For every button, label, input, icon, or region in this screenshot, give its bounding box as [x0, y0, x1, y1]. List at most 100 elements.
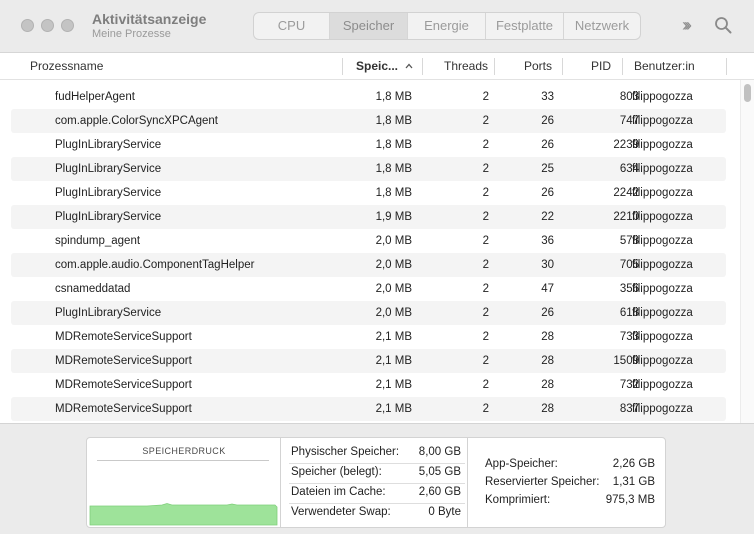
threads-cell: 2 [482, 379, 489, 391]
tab-energy[interactable]: Energie [408, 13, 486, 39]
process-name-cell: PlugInLibraryService [55, 187, 162, 199]
table-row[interactable]: MDRemoteServiceSupport 2,1 MB 2 28 837 f… [11, 397, 726, 421]
table-row[interactable]: PlugInLibraryService 1,8 MB 2 25 634 fil… [11, 157, 726, 181]
threads-cell: 2 [482, 355, 489, 367]
memory-cell: 2,0 MB [375, 307, 412, 319]
tab-network[interactable]: Netzwerk [564, 13, 640, 39]
ports-cell: 22 [541, 211, 554, 223]
memory-cell: 1,8 MB [375, 163, 412, 175]
column-header-pid[interactable]: PID [591, 53, 611, 80]
memory-breakdown: App-Speicher: 2,26 GB Reservierter Speic… [469, 438, 665, 527]
table-row[interactable]: com.apple.audio.ComponentTagHelper 2,0 M… [11, 253, 726, 277]
stat-compressed: Komprimiert: 975,3 MB [485, 494, 655, 506]
threads-cell: 2 [482, 331, 489, 343]
user-cell: filippogozza [632, 211, 693, 223]
sort-ascending-icon [405, 63, 413, 69]
scrollbar-thumb[interactable] [744, 84, 751, 102]
table-row[interactable]: PlugInLibraryService 1,9 MB 2 22 2210 fi… [11, 205, 726, 229]
ports-cell: 33 [541, 91, 554, 103]
ports-cell: 28 [541, 403, 554, 415]
memory-cell: 2,1 MB [375, 355, 412, 367]
table-row[interactable]: com.apple.ColorSyncXPCAgent 1,8 MB 2 26 … [11, 109, 726, 133]
memory-summary-area: SPEICHERDRUCK Physischer Speicher: 8,00 … [0, 423, 754, 534]
vertical-scrollbar[interactable] [740, 80, 754, 423]
memory-cell: 2,0 MB [375, 259, 412, 271]
process-name-cell: PlugInLibraryService [55, 307, 162, 319]
memory-cell: 2,1 MB [375, 331, 412, 343]
table-row[interactable]: PlugInLibraryService 1,8 MB 2 26 2239 fi… [11, 133, 726, 157]
memory-summary-panel: SPEICHERDRUCK Physischer Speicher: 8,00 … [86, 437, 666, 528]
memory-cell: 2,1 MB [375, 403, 412, 415]
memory-cell: 2,0 MB [375, 235, 412, 247]
window-subtitle: Meine Prozesse [92, 28, 171, 40]
user-cell: filippogozza [632, 259, 693, 271]
table-row[interactable]: spindump_agent 2,0 MB 2 36 578 filippogo… [11, 229, 726, 253]
memory-cell: 1,8 MB [375, 139, 412, 151]
table-row[interactable]: fudHelperAgent 1,8 MB 2 33 803 filippogo… [11, 85, 726, 109]
ports-cell: 28 [541, 355, 554, 367]
memory-cell: 1,8 MB [375, 91, 412, 103]
tab-disk[interactable]: Festplatte [486, 13, 564, 39]
threads-cell: 2 [482, 307, 489, 319]
ports-cell: 47 [541, 283, 554, 295]
column-header-threads[interactable]: Threads [444, 53, 488, 80]
user-cell: filippogozza [632, 235, 693, 247]
threads-cell: 2 [482, 91, 489, 103]
process-name-cell: com.apple.audio.ComponentTagHelper [55, 259, 255, 271]
memory-stats: Physischer Speicher: 8,00 GB Speicher (b… [282, 438, 468, 527]
close-window-button[interactable] [21, 19, 34, 32]
threads-cell: 2 [482, 283, 489, 295]
table-header: Prozessname Speic... Threads Ports PID B… [0, 53, 754, 80]
process-table: fudHelperAgent 1,8 MB 2 33 803 filippogo… [0, 85, 740, 421]
user-cell: filippogozza [632, 307, 693, 319]
user-cell: filippogozza [632, 139, 693, 151]
ports-cell: 28 [541, 379, 554, 391]
column-header-process-name[interactable]: Prozessname [30, 53, 103, 80]
column-header-user[interactable]: Benutzer:in [634, 53, 695, 80]
tab-bar: CPU Speicher Energie Festplatte Netzwerk [253, 12, 641, 40]
search-icon[interactable] [714, 16, 732, 34]
memory-cell: 1,8 MB [375, 187, 412, 199]
memory-pressure-area [89, 503, 278, 526]
threads-cell: 2 [482, 115, 489, 127]
table-row[interactable]: MDRemoteServiceSupport 2,1 MB 2 28 732 f… [11, 373, 726, 397]
chevrons-right-icon[interactable]: ››› [682, 15, 692, 35]
ports-cell: 36 [541, 235, 554, 247]
stat-wired-memory: Reservierter Speicher: 1,31 GB [485, 476, 655, 488]
ports-cell: 26 [541, 307, 554, 319]
column-header-ports[interactable]: Ports [524, 53, 552, 80]
threads-cell: 2 [482, 403, 489, 415]
memory-pressure-chart [89, 503, 278, 526]
threads-cell: 2 [482, 211, 489, 223]
table-row[interactable]: PlugInLibraryService 1,8 MB 2 26 2242 fi… [11, 181, 726, 205]
ports-cell: 28 [541, 331, 554, 343]
user-cell: filippogozza [632, 283, 693, 295]
threads-cell: 2 [482, 187, 489, 199]
minimize-window-button[interactable] [41, 19, 54, 32]
memory-pressure-graph: SPEICHERDRUCK [87, 438, 281, 527]
stat-cached-files: Dateien im Cache: 2,60 GB [291, 486, 461, 498]
memory-cell: 1,8 MB [375, 115, 412, 127]
process-name-cell: PlugInLibraryService [55, 163, 162, 175]
toolbar: Aktivitätsanzeige Meine Prozesse CPU Spe… [0, 0, 754, 53]
stat-memory-used: Speicher (belegt): 5,05 GB [291, 466, 461, 478]
zoom-window-button[interactable] [61, 19, 74, 32]
table-row[interactable]: MDRemoteServiceSupport 2,1 MB 2 28 733 f… [11, 325, 726, 349]
column-header-memory[interactable]: Speic... [356, 53, 398, 80]
process-name-cell: MDRemoteServiceSupport [55, 331, 192, 343]
user-cell: filippogozza [632, 115, 693, 127]
user-cell: filippogozza [632, 403, 693, 415]
window-title: Aktivitätsanzeige [92, 11, 207, 27]
process-name-cell: csnameddatad [55, 283, 131, 295]
user-cell: filippogozza [632, 331, 693, 343]
user-cell: filippogozza [632, 163, 693, 175]
process-name-cell: MDRemoteServiceSupport [55, 355, 192, 367]
table-row[interactable]: MDRemoteServiceSupport 2,1 MB 2 28 1509 … [11, 349, 726, 373]
table-row[interactable]: PlugInLibraryService 2,0 MB 2 26 618 fil… [11, 301, 726, 325]
tab-memory[interactable]: Speicher [330, 13, 408, 39]
tab-cpu[interactable]: CPU [254, 13, 330, 39]
threads-cell: 2 [482, 235, 489, 247]
stat-swap-used: Verwendeter Swap: 0 Byte [291, 506, 461, 518]
table-row[interactable]: csnameddatad 2,0 MB 2 47 356 filippogozz… [11, 277, 726, 301]
user-cell: filippogozza [632, 187, 693, 199]
